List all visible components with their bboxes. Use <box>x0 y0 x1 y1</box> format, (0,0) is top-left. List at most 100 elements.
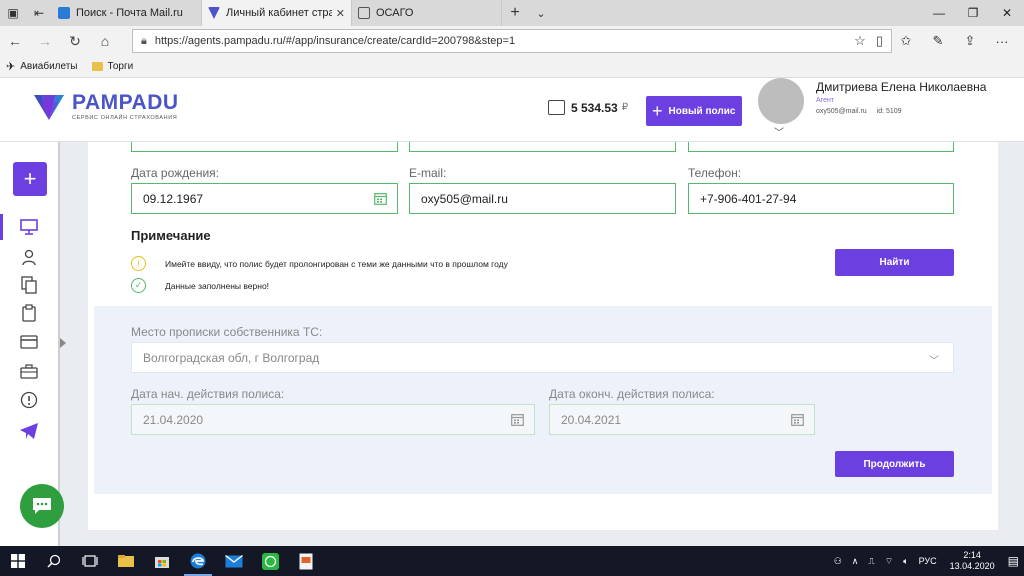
clipboard-icon[interactable] <box>18 302 40 324</box>
chevron-down-icon[interactable]: ﹀ <box>774 124 784 139</box>
balance-value: 5 534.53 <box>571 100 618 115</box>
app-header: PAMPADU СЕРВИС ОНЛАЙН СТРАХОВАНИЯ 5 534.… <box>0 78 1024 142</box>
tab-manager-icon[interactable]: ▣ <box>0 0 26 26</box>
field-top-edge <box>131 142 398 152</box>
favorite-avia[interactable]: ✈ Авиабилеты <box>6 60 78 73</box>
note-success: ✓ Данные заполнены верно! <box>131 278 269 293</box>
tab-title: Поиск - Почта Mail.ru <box>76 7 183 19</box>
note-warning: ! Имейте ввиду, что полис будет пролонги… <box>131 256 508 271</box>
tab-list-chevron-icon[interactable]: ⌄ <box>528 0 554 26</box>
user-name: Дмитриева Елена Николаевна <box>816 80 987 94</box>
close-tab-icon[interactable]: ✕ <box>336 7 345 20</box>
tab-title: ОСАГО <box>376 7 414 19</box>
mail-icon[interactable] <box>216 546 252 576</box>
avatar[interactable] <box>758 78 804 124</box>
volume-icon[interactable]: 🔈︎ <box>903 556 908 567</box>
email-field[interactable]: oxy505@mail.ru <box>409 183 676 214</box>
start-date-value: 21.04.2020 <box>143 412 204 427</box>
forward-icon[interactable]: → <box>30 33 60 49</box>
browser-tab-osago[interactable]: ОСАГО <box>352 0 502 26</box>
phone-label: Телефон: <box>688 166 742 180</box>
registration-value: Волгоградская обл, г Волгоград <box>143 350 320 365</box>
calendar-icon[interactable] <box>791 413 804 426</box>
birth-date-label: Дата рождения: <box>131 166 219 180</box>
new-policy-button[interactable]: + Новый полис <box>646 96 742 126</box>
logo-subtitle: СЕРВИС ОНЛАЙН СТРАХОВАНИЯ <box>72 115 178 121</box>
edge-browser-icon[interactable] <box>180 546 216 576</box>
plane-icon: ✈ <box>6 61 16 73</box>
find-label: Найти <box>879 257 910 268</box>
warning-icon: ! <box>131 256 146 271</box>
phone-field[interactable]: +7-906-401-27-94 <box>688 183 954 214</box>
sidebar-active-indicator <box>0 214 3 240</box>
continue-button[interactable]: Продолжить <box>835 451 954 477</box>
calendar-icon[interactable] <box>511 413 524 426</box>
field-top-edge <box>409 142 676 152</box>
browser-tab-mail[interactable]: Поиск - Почта Mail.ru <box>52 0 202 26</box>
calendar-icon[interactable] <box>374 192 387 205</box>
home-icon[interactable]: ⌂ <box>90 33 120 49</box>
chat-button[interactable] <box>20 484 64 528</box>
document-app-icon[interactable] <box>288 546 324 576</box>
insurance-form-card: Дата рождения: 09.12.1967 E-mail: oxy505… <box>88 142 998 530</box>
birth-date-value: 09.12.1967 <box>143 191 204 206</box>
briefcase-icon[interactable] <box>18 360 40 382</box>
refresh-icon[interactable]: ↻ <box>60 33 90 50</box>
file-explorer-icon[interactable] <box>108 546 144 576</box>
task-view-icon[interactable] <box>72 546 108 576</box>
telegram-icon[interactable] <box>18 420 40 442</box>
sidebar-add-button[interactable]: + <box>13 162 47 196</box>
email-label: E-mail: <box>409 166 447 180</box>
favorites-bar: ✈ Авиабилеты Торги <box>0 56 1024 78</box>
favorite-torgi[interactable]: Торги <box>91 61 134 72</box>
new-tab-button[interactable]: + <box>502 0 528 26</box>
people-icon[interactable]: ⚇ <box>834 556 842 567</box>
restore-icon[interactable]: ❐ <box>956 0 990 26</box>
balance[interactable]: 5 534.53 ₽ <box>548 100 628 115</box>
user-icon[interactable] <box>18 246 40 268</box>
user-email: oxy505@mail.ru <box>816 108 867 115</box>
copy-icon[interactable] <box>18 274 40 296</box>
alert-circle-icon[interactable] <box>18 389 40 411</box>
notifications-icon[interactable]: ▤ <box>1008 554 1019 568</box>
windows-start-icon[interactable] <box>0 546 36 576</box>
language-indicator[interactable]: РУС <box>919 556 937 566</box>
find-button[interactable]: Найти <box>835 249 954 276</box>
end-date-field[interactable]: 20.04.2021 <box>549 404 815 435</box>
address-bar[interactable]: 🔒︎ https://agents.pampadu.ru/#/app/insur… <box>132 29 892 53</box>
sidebar-expand-arrow-icon[interactable] <box>60 338 66 348</box>
end-date-value: 20.04.2021 <box>561 412 622 427</box>
favorite-label: Торги <box>107 61 134 72</box>
set-tabs-aside-icon[interactable]: ⇤ <box>26 0 52 26</box>
birth-date-field[interactable]: 09.12.1967 <box>131 183 398 214</box>
network-icon[interactable]: ⎍ <box>868 556 874 567</box>
share-icon[interactable]: ⇪ <box>954 26 986 56</box>
phone-value: +7-906-401-27-94 <box>700 191 797 206</box>
favorite-star-icon[interactable]: ☆ <box>844 26 876 56</box>
tray-chevron-up-icon[interactable]: ∧ <box>852 556 859 567</box>
whatsapp-icon[interactable] <box>252 546 288 576</box>
more-icon[interactable]: ··· <box>986 26 1018 56</box>
user-meta: oxy505@mail.ru id: 5109 <box>816 108 902 115</box>
user-id: id: 5109 <box>876 108 902 115</box>
clock[interactable]: 2:14 13.04.2020 <box>950 550 995 572</box>
browser-tab-pampadu[interactable]: Личный кабинет страх ✕ <box>202 0 352 26</box>
favorites-list-icon[interactable]: ✩ <box>890 26 922 56</box>
minimize-icon[interactable]: — <box>922 0 956 26</box>
registration-select[interactable]: Волгоградская обл, г Волгоград ﹀ <box>131 342 954 373</box>
start-date-field[interactable]: 21.04.2020 <box>131 404 535 435</box>
back-icon[interactable]: ← <box>0 33 30 49</box>
chevron-down-icon: ﹀ <box>929 356 939 367</box>
logo-text: PAMPADU <box>72 91 179 114</box>
browser-tab-strip: ▣ ⇤ Поиск - Почта Mail.ru Личный кабинет… <box>0 0 1024 26</box>
pen-icon[interactable]: ✎ <box>922 26 954 56</box>
browser-navbar: ← → ↻ ⌂ 🔒︎ https://agents.pampadu.ru/#/a… <box>0 26 1024 56</box>
pampadu-logo[interactable]: PAMPADU СЕРВИС ОНЛАЙН СТРАХОВАНИЯ <box>32 92 179 122</box>
search-icon[interactable] <box>36 546 72 576</box>
store-icon[interactable] <box>144 546 180 576</box>
credit-card-icon[interactable] <box>18 331 40 353</box>
wifi-icon[interactable]: ⌔ <box>885 556 893 567</box>
close-window-icon[interactable]: ✕ <box>990 0 1024 26</box>
browser-toolbar-right: ☆ ✩ ✎ ⇪ ··· <box>844 26 1018 56</box>
monitor-icon[interactable] <box>18 216 40 238</box>
